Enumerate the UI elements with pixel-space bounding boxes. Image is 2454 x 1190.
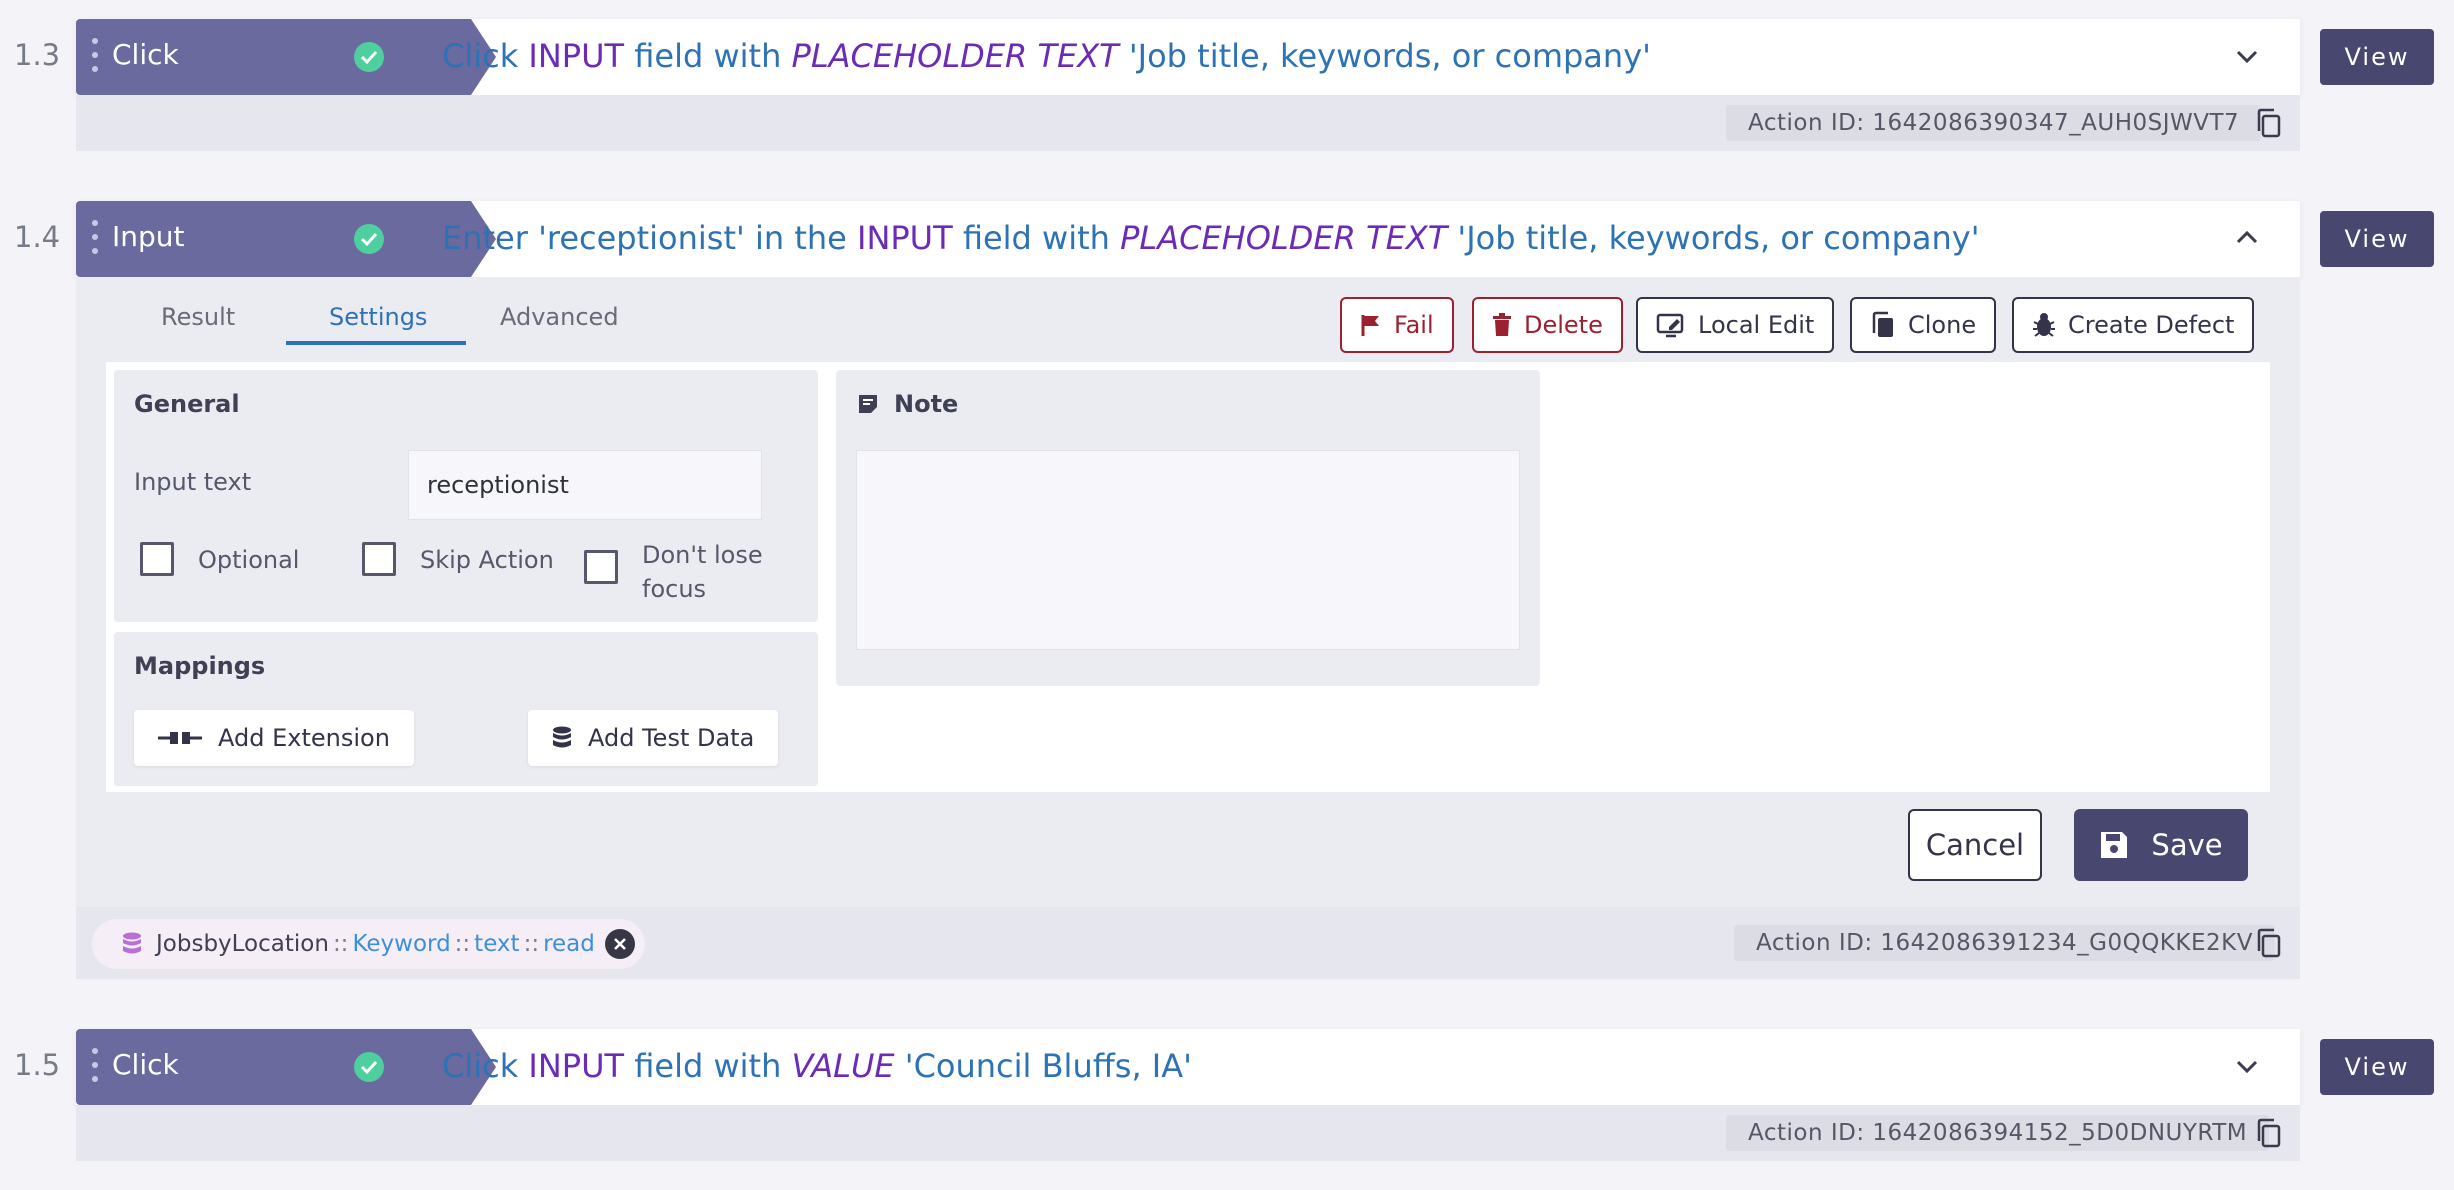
step-description: Click INPUT field with PLACEHOLDER TEXT … — [442, 37, 1651, 75]
dont-lose-focus-label: Don't lose focus — [642, 541, 763, 603]
note-card: Note — [836, 370, 1540, 686]
step-settings-panel: Result Settings Advanced Fail Delete Loc… — [76, 277, 2300, 907]
step-footer: Action ID: 1642086394152_5D0DNUYRTM — [76, 1105, 2300, 1161]
general-title: General — [134, 390, 240, 418]
step-number: 1.5 — [14, 1048, 61, 1082]
success-check-icon — [354, 1052, 384, 1082]
element-keyword: INPUT — [528, 37, 625, 75]
skip-action-checkbox[interactable] — [362, 542, 396, 576]
step-type-badge: Click — [76, 19, 496, 95]
tab-result[interactable]: Result — [161, 303, 235, 331]
cancel-button[interactable]: Cancel — [1908, 809, 2042, 881]
step-number: 1.3 — [14, 38, 61, 72]
step-footer: Action ID: 1642086390347_AUH0SJWVT7 — [76, 95, 2300, 151]
copy-icon[interactable] — [2254, 1117, 2284, 1149]
create-defect-button[interactable]: Create Defect — [2012, 297, 2255, 353]
attribute-keyword: PLACEHOLDER TEXT — [1120, 219, 1448, 257]
save-button[interactable]: Save — [2074, 809, 2248, 881]
optional-label: Optional — [198, 546, 300, 574]
database-icon — [552, 726, 572, 750]
copy-icon[interactable] — [2254, 107, 2284, 139]
note-title: Note — [894, 390, 959, 418]
element-keyword: INPUT — [857, 219, 953, 257]
action-id: Action ID: 1642086391234_G0QQKKE2KV — [1734, 925, 2275, 961]
active-tab-indicator — [286, 341, 466, 345]
optional-checkbox[interactable] — [140, 542, 174, 576]
element-keyword: INPUT — [528, 1047, 625, 1085]
action-id: Action ID: 1642086394152_5D0DNUYRTM — [1726, 1115, 2270, 1151]
dont-lose-focus-checkbox[interactable] — [584, 550, 618, 584]
drag-handle-icon[interactable] — [92, 38, 98, 80]
drag-handle-icon[interactable] — [92, 220, 98, 262]
skip-action-label: Skip Action — [420, 546, 554, 574]
step-type-label: Click — [112, 1048, 179, 1081]
clone-icon — [1870, 311, 1896, 339]
add-test-data-button[interactable]: Add Test Data — [528, 710, 779, 766]
copy-icon[interactable] — [2254, 927, 2284, 959]
step-type-badge: Input — [76, 201, 496, 277]
step-type-badge: Click — [76, 1029, 496, 1105]
success-check-icon — [354, 224, 384, 254]
input-text-field[interactable]: receptionist — [408, 450, 762, 520]
chevron-up-icon[interactable] — [2234, 225, 2260, 255]
view-button[interactable]: View — [2320, 29, 2434, 85]
bug-icon — [2032, 312, 2056, 338]
input-text-label: Input text — [134, 468, 252, 496]
add-extension-button[interactable]: Add Extension — [134, 710, 414, 766]
note-textarea[interactable] — [856, 450, 1520, 650]
step-type-label: Click — [112, 38, 179, 71]
step-header[interactable]: Click Click INPUT field with PLACEHOLDER… — [76, 19, 2300, 95]
drag-handle-icon[interactable] — [92, 1048, 98, 1090]
success-check-icon — [354, 42, 384, 72]
step-description: Click INPUT field with VALUE 'Council Bl… — [442, 1047, 1192, 1085]
action-id: Action ID: 1642086390347_AUH0SJWVT7 — [1726, 105, 2262, 141]
attribute-keyword: PLACEHOLDER TEXT — [791, 37, 1119, 75]
general-card: General Input text receptionist Optional… — [114, 370, 818, 622]
floppy-disk-icon — [2099, 830, 2129, 860]
step-footer: JobsbyLocation :: Keyword :: text :: rea… — [76, 907, 2300, 979]
local-edit-button[interactable]: Local Edit — [1636, 297, 1835, 353]
delete-button[interactable]: Delete — [1472, 297, 1623, 353]
chevron-down-icon[interactable] — [2234, 43, 2260, 73]
chevron-down-icon[interactable] — [2234, 1053, 2260, 1083]
view-button[interactable]: View — [2320, 211, 2434, 267]
trash-icon — [1492, 313, 1512, 337]
tab-settings[interactable]: Settings — [329, 303, 427, 331]
edit-screen-icon — [1656, 312, 1686, 338]
plug-icon — [158, 730, 202, 746]
step-type-label: Input — [112, 220, 185, 253]
step-description: Enter 'receptionist' in the INPUT field … — [442, 219, 1980, 257]
tab-advanced[interactable]: Advanced — [500, 303, 619, 331]
view-button[interactable]: View — [2320, 1039, 2434, 1095]
mappings-card: Mappings Add Extension Add Test Data — [114, 632, 818, 786]
step-header[interactable]: Click Click INPUT field with VALUE 'Coun… — [76, 1029, 2300, 1105]
step-header[interactable]: Input Enter 'receptionist' in the INPUT … — [76, 201, 2300, 277]
mappings-title: Mappings — [134, 652, 266, 680]
attribute-keyword: VALUE — [791, 1047, 895, 1085]
database-icon — [122, 932, 142, 956]
flag-icon — [1360, 313, 1382, 337]
fail-button[interactable]: Fail — [1340, 297, 1454, 353]
remove-mapping-icon[interactable] — [604, 929, 635, 959]
step-number: 1.4 — [14, 220, 61, 254]
settings-content: General Input text receptionist Optional… — [106, 362, 2270, 792]
clone-button[interactable]: Clone — [1850, 297, 1997, 353]
note-icon — [856, 392, 880, 420]
test-data-mapping-chip[interactable]: JobsbyLocation :: Keyword :: text :: rea… — [92, 919, 645, 969]
